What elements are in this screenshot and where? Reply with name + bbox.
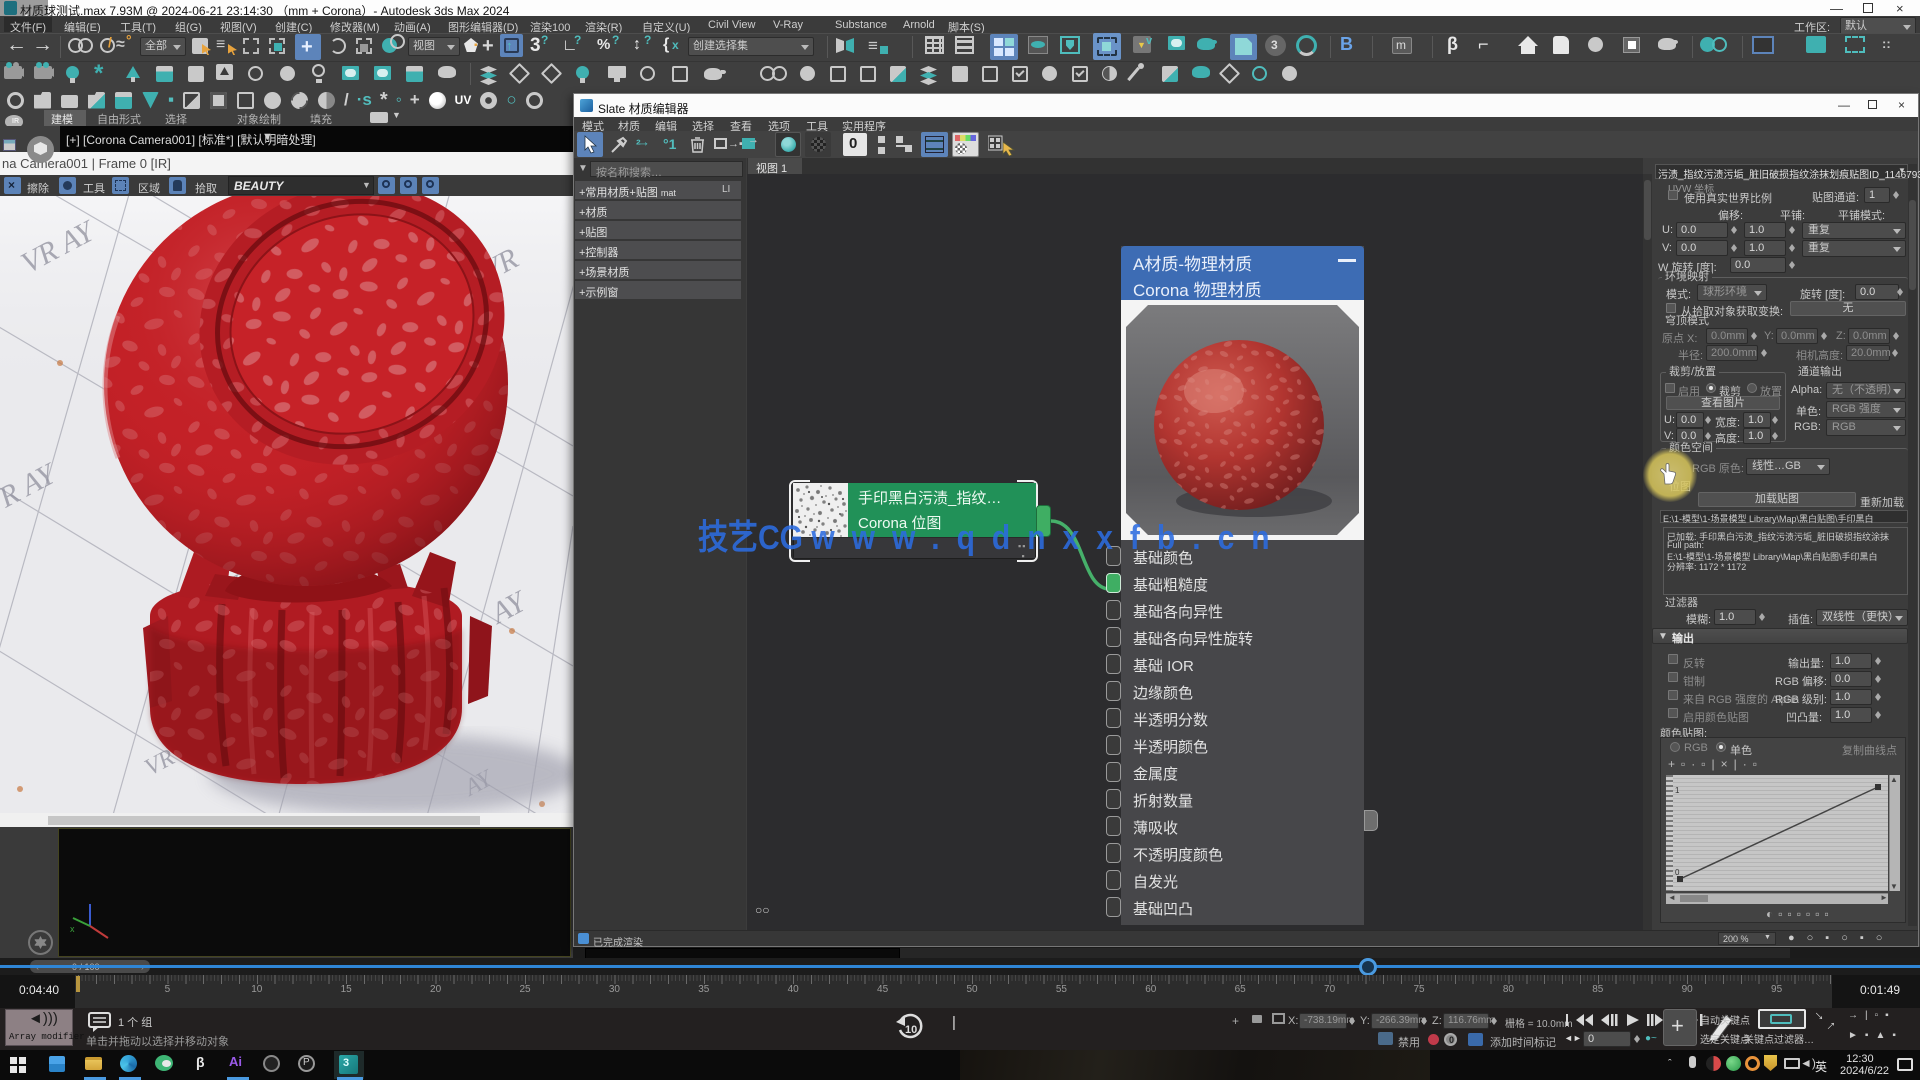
svg-text:10: 10 bbox=[905, 1024, 917, 1036]
svg-text:x: x bbox=[70, 924, 75, 934]
svg-text:1: 1 bbox=[1675, 786, 1680, 795]
svg-text:0: 0 bbox=[1675, 868, 1680, 877]
